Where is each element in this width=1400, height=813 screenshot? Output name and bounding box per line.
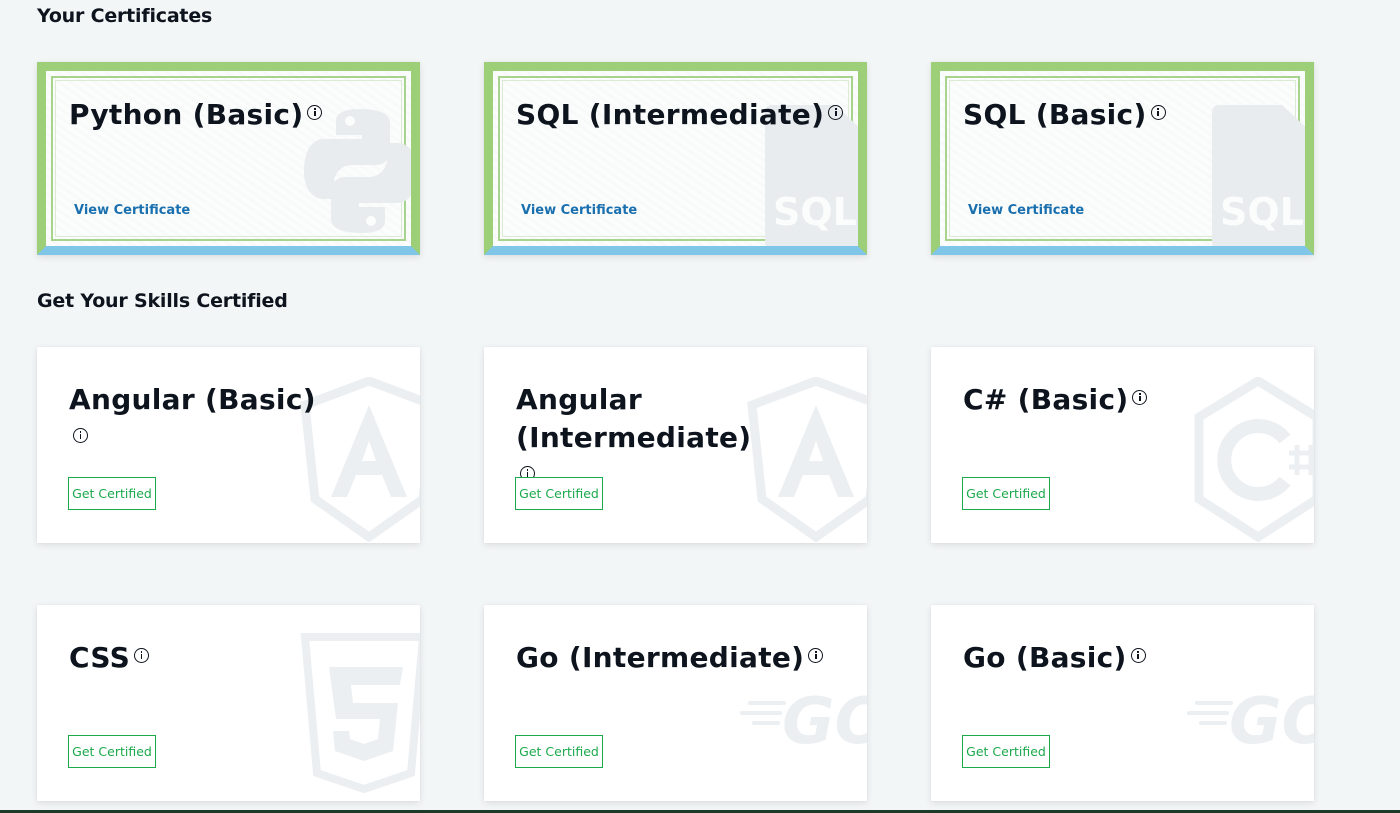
view-certificate-link[interactable]: View Certificate — [521, 203, 637, 218]
skill-card-angular-basic[interactable]: Angular (Basic) Get Certified — [37, 347, 420, 543]
certificate-card-python-basic[interactable]: Python (Basic) View Certificate — [37, 62, 420, 255]
view-certificate-link[interactable]: View Certificate — [968, 203, 1084, 218]
get-skills-certified-heading: Get Your Skills Certified — [37, 290, 288, 312]
angular-logo-icon — [747, 377, 867, 542]
info-icon[interactable] — [828, 105, 844, 120]
info-icon[interactable] — [808, 648, 824, 663]
info-icon[interactable] — [134, 648, 150, 663]
get-certified-button[interactable]: Get Certified — [962, 735, 1050, 768]
get-certified-button[interactable]: Get Certified — [68, 477, 156, 510]
certificate-card-sql-intermediate[interactable]: SQL SQL (Intermediate) View Certificate — [484, 62, 867, 255]
go-logo-icon: GO — [1187, 685, 1314, 753]
skill-card-csharp-basic[interactable]: C# (Basic) Get Certified — [931, 347, 1314, 543]
skill-card-angular-intermediate[interactable]: Angular (Intermediate) Get Certified — [484, 347, 867, 543]
skill-title: Go (Intermediate) — [516, 641, 805, 674]
info-icon[interactable] — [307, 105, 323, 120]
go-watermark-text: GO — [1229, 685, 1314, 753]
get-certified-button[interactable]: Get Certified — [68, 735, 156, 768]
skill-title: C# (Basic) — [963, 383, 1129, 416]
skill-title: Angular (Intermediate) — [516, 383, 752, 454]
skill-card-go-intermediate[interactable]: GO Go (Intermediate) Get Certified — [484, 605, 867, 801]
skill-title: Angular (Basic) — [69, 383, 316, 416]
skill-title: Go (Basic) — [963, 641, 1127, 674]
go-logo-icon: GO — [740, 685, 867, 753]
certificate-title: SQL (Intermediate) — [516, 98, 825, 131]
get-certified-button[interactable]: Get Certified — [962, 477, 1050, 510]
get-certified-button[interactable]: Get Certified — [515, 477, 603, 510]
info-icon[interactable] — [73, 428, 88, 443]
info-icon[interactable] — [1130, 648, 1146, 663]
view-certificate-link[interactable]: View Certificate — [74, 203, 190, 218]
skill-title: CSS — [69, 641, 131, 674]
get-certified-button[interactable]: Get Certified — [515, 735, 603, 768]
info-icon[interactable] — [1150, 105, 1166, 120]
certificate-card-sql-basic[interactable]: SQL SQL (Basic) View Certificate — [931, 62, 1314, 255]
info-icon[interactable] — [1132, 390, 1148, 405]
your-certificates-heading: Your Certificates — [37, 5, 213, 27]
certificate-title: Python (Basic) — [69, 98, 304, 131]
go-watermark-text: GO — [782, 685, 867, 753]
skill-card-css[interactable]: CSS Get Certified — [37, 605, 420, 801]
skill-card-go-basic[interactable]: GO Go (Basic) Get Certified — [931, 605, 1314, 801]
certificate-title: SQL (Basic) — [963, 98, 1147, 131]
